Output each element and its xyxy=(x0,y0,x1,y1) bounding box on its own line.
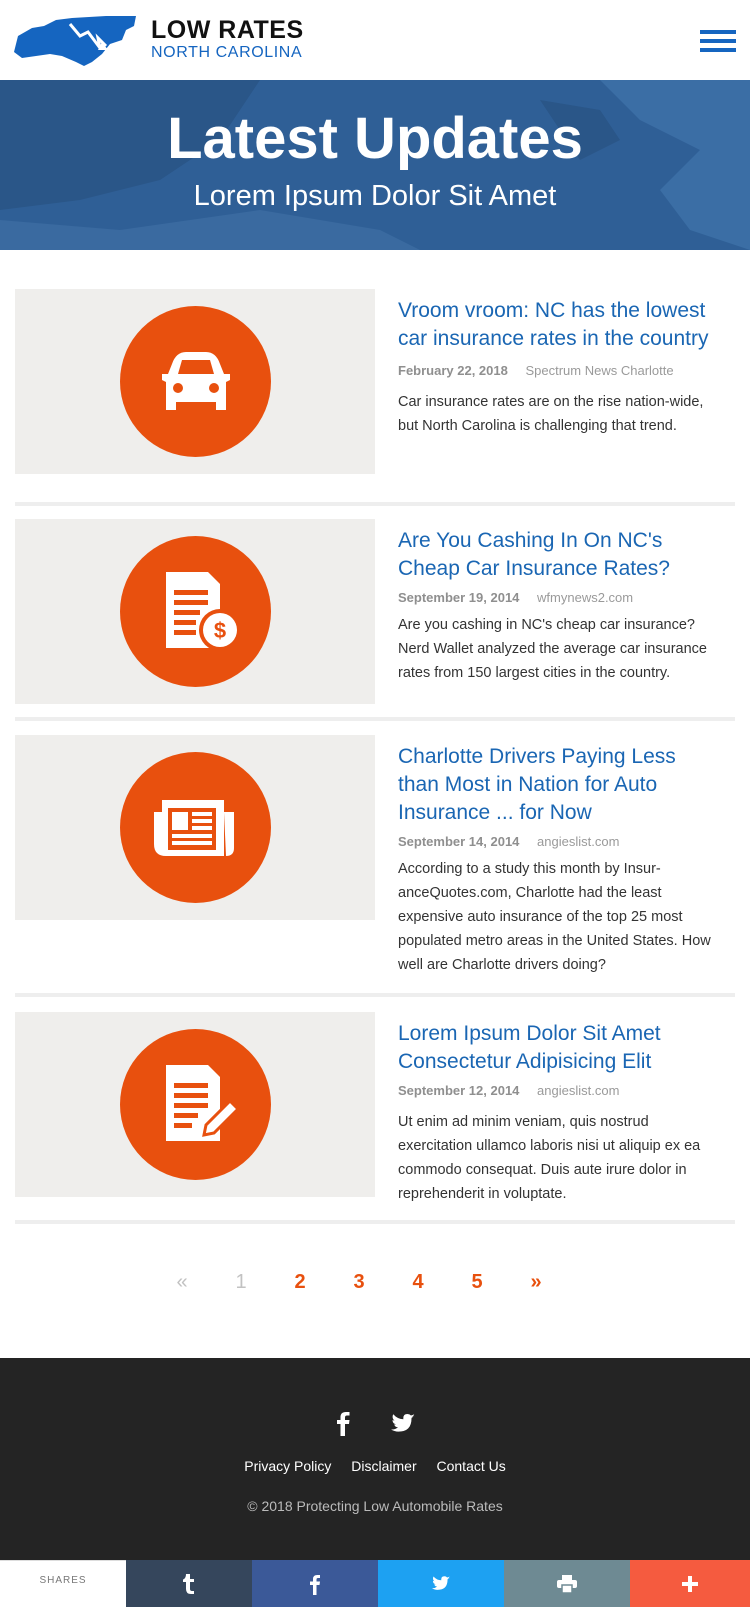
article-thumbnail[interactable] xyxy=(15,1012,375,1197)
article-title-link[interactable]: Charlotte Drivers Paying Less than Most … xyxy=(398,743,718,827)
article-title-link[interactable]: Lorem Ipsum Dolor Sit Amet Consectetur A… xyxy=(398,1020,718,1076)
contact-us-link[interactable]: Contact Us xyxy=(437,1458,506,1474)
twitter-icon xyxy=(431,1575,451,1590)
article-title-link[interactable]: Are You Cashing In On NC's Cheap Car Ins… xyxy=(398,527,718,583)
pagination-page-2[interactable]: 2 xyxy=(285,1265,315,1299)
share-bar: SHARES xyxy=(0,1560,750,1607)
article-source: wfmynews2.com xyxy=(537,590,634,605)
article-item: Vroom vroom: NC has the lowest car insur… xyxy=(15,289,735,506)
article-date: September 14, 2014 xyxy=(398,834,520,849)
hero-banner: Latest Updates Lorem Ipsum Dolor Sit Ame… xyxy=(0,80,750,250)
pagination-page-4[interactable]: 4 xyxy=(403,1265,433,1299)
facebook-icon xyxy=(337,1412,350,1436)
article-source: Spectrum News Charlotte xyxy=(525,363,674,378)
print-button[interactable] xyxy=(504,1560,630,1607)
page-subtitle: Lorem Ipsum Dolor Sit Amet xyxy=(193,180,557,212)
article-description: Ut enim ad minim veniam, quis nostrud ex… xyxy=(398,1114,701,1202)
article-meta: September 14, 2014 angieslist.com xyxy=(398,833,718,851)
article-date: September 19, 2014 xyxy=(398,590,520,605)
article-item: Charlotte Drivers Paying Less than Most … xyxy=(15,735,735,997)
facebook-share-button[interactable] xyxy=(252,1560,378,1607)
site-logo[interactable]: LOW RATES NORTH CAROLINA xyxy=(14,14,304,68)
pagination: « 1 2 3 4 5 » xyxy=(0,1265,750,1299)
plus-icon xyxy=(682,1575,698,1592)
article-meta: September 19, 2014 wfmynews2.com xyxy=(398,589,718,607)
car-icon xyxy=(162,352,230,410)
article-date: February 22, 2018 xyxy=(398,363,508,378)
printer-icon xyxy=(557,1574,577,1594)
north-carolina-map-icon xyxy=(14,16,136,66)
copyright-text: © 2018 Protecting Low Automobile Rates xyxy=(247,1498,503,1514)
site-header: LOW RATES NORTH CAROLINA xyxy=(0,0,750,80)
tumblr-icon xyxy=(183,1573,194,1594)
twitter-icon xyxy=(391,1414,415,1432)
facebook-icon xyxy=(310,1574,320,1595)
article-thumbnail[interactable] xyxy=(15,289,375,474)
pagination-page-5[interactable]: 5 xyxy=(462,1265,492,1299)
twitter-share-button[interactable] xyxy=(378,1560,504,1607)
pagination-page-1[interactable]: 1 xyxy=(226,1265,256,1299)
article-thumbnail[interactable]: $ xyxy=(15,519,375,704)
footer-links: Privacy Policy Disclaimer Contact Us xyxy=(0,1458,750,1474)
disclaimer-link[interactable]: Disclaimer xyxy=(351,1458,416,1474)
document-pen-icon xyxy=(166,1065,241,1141)
pagination-page-3[interactable]: 3 xyxy=(344,1265,374,1299)
pagination-prev[interactable]: « xyxy=(167,1265,197,1299)
article-source: angieslist.com xyxy=(537,834,620,849)
newspaper-icon xyxy=(154,800,234,856)
more-share-button[interactable] xyxy=(630,1560,750,1607)
article-meta: February 22, 2018 Spectrum News Charlott… xyxy=(398,362,718,380)
article-date: September 12, 2014 xyxy=(398,1083,520,1098)
invoice-dollar-icon: $ xyxy=(166,572,241,651)
privacy-policy-link[interactable]: Privacy Policy xyxy=(244,1458,331,1474)
logo-title: LOW RATES xyxy=(151,16,304,44)
article-description: Are you cashing in NC's cheap car insura… xyxy=(398,617,707,681)
article-title-link[interactable]: Vroom vroom: NC has the lowest car insur… xyxy=(398,297,718,353)
article-item: Lorem Ipsum Dolor Sit Amet Consectetur A… xyxy=(15,1012,735,1224)
article-item: $ Are You Cashing In On NC's Cheap Car I… xyxy=(15,519,735,721)
tumblr-share-button[interactable] xyxy=(126,1560,252,1607)
article-thumbnail[interactable] xyxy=(15,735,375,920)
hamburger-menu-button[interactable] xyxy=(700,30,736,52)
article-source: angieslist.com xyxy=(537,1083,620,1098)
shares-label: SHARES xyxy=(0,1560,126,1607)
article-meta: September 12, 2014 angieslist.com xyxy=(398,1082,718,1100)
page-title: Latest Updates xyxy=(167,106,583,171)
twitter-link[interactable] xyxy=(388,1408,418,1438)
article-description: According to a study this month by Insur… xyxy=(398,861,711,973)
hamburger-icon xyxy=(700,30,736,34)
facebook-link[interactable] xyxy=(328,1408,358,1438)
logo-subtitle: NORTH CAROLINA xyxy=(151,44,303,61)
pagination-next[interactable]: » xyxy=(521,1265,551,1299)
article-description: Car insurance rates are on the rise nati… xyxy=(398,394,704,434)
svg-text:$: $ xyxy=(214,618,226,643)
